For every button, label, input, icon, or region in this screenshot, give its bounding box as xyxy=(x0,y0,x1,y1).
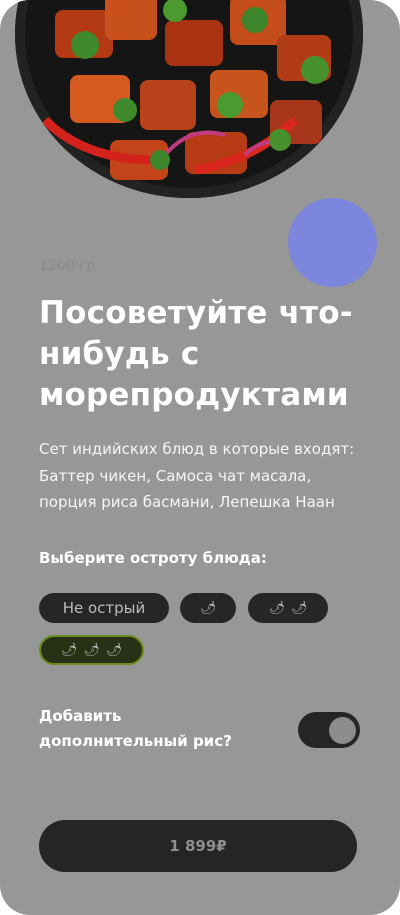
product-weight: 1200 гр xyxy=(39,258,96,274)
food-image xyxy=(15,0,363,198)
spice-option-2-peppers[interactable]: 🌶 🌶 xyxy=(248,593,328,623)
chili-pepper-icon: 🌶 xyxy=(291,600,308,616)
product-description: Сет индийских блюд в которые входят: Бат… xyxy=(39,440,355,511)
spice-option-label: Не острый xyxy=(62,599,146,617)
spice-option-3-peppers[interactable]: 🌶 🌶 🌶 xyxy=(39,635,144,665)
price-button[interactable]: 1 899₽ xyxy=(39,820,357,872)
food-illustration xyxy=(41,0,331,180)
chili-pepper-icon: 🌶 xyxy=(268,600,285,616)
chili-pepper-icon: 🌶 xyxy=(199,600,217,616)
decorative-circle xyxy=(288,198,377,287)
price-label: 1 899₽ xyxy=(169,837,227,855)
product-card: 1200 гр Посоветуйте что-нибудь с морепро… xyxy=(0,0,400,915)
chili-pepper-icon: 🌶 xyxy=(105,642,123,658)
extra-rice-toggle[interactable] xyxy=(298,712,360,748)
spice-level-label: Выберите остроту блюда: xyxy=(39,549,267,567)
spice-option-mild[interactable]: Не острый xyxy=(39,593,169,623)
chili-pepper-icon: 🌶 xyxy=(60,642,78,658)
chili-pepper-icon: 🌶 xyxy=(83,642,100,658)
product-title: Посоветуйте что-нибудь с морепродуктами xyxy=(39,295,353,413)
toggle-knob xyxy=(329,717,356,744)
spice-option-1-pepper[interactable]: 🌶 xyxy=(180,593,236,623)
extra-rice-label: Добавить дополнительный рис? xyxy=(39,707,232,750)
